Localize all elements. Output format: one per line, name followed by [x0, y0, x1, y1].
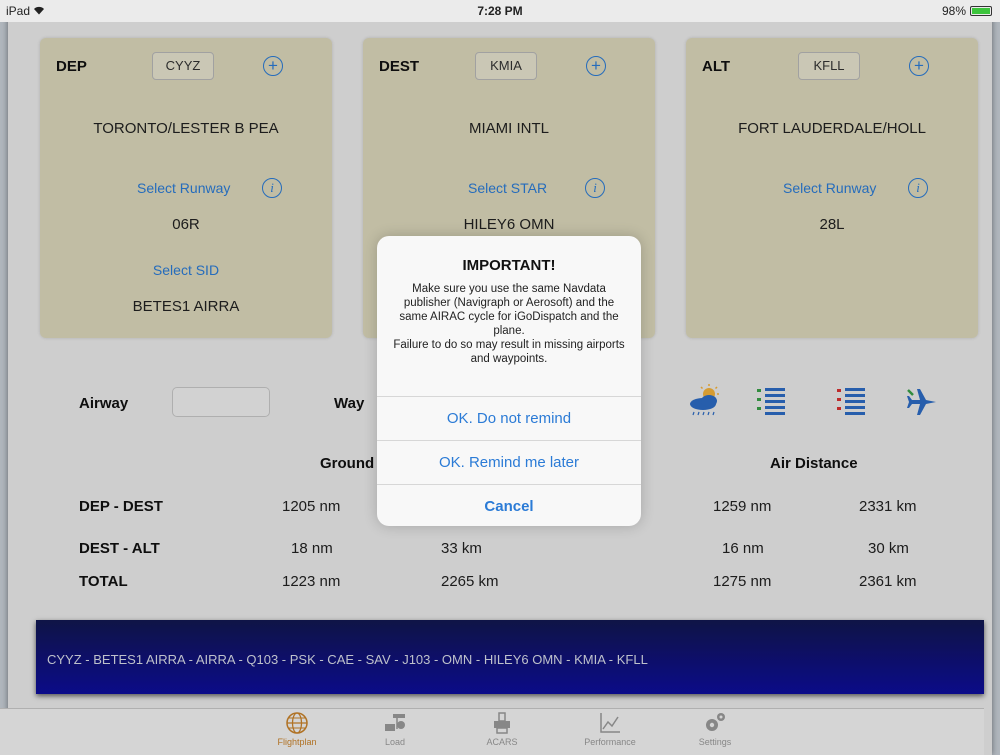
cancel-button[interactable]: Cancel: [377, 484, 641, 526]
battery-icon: [970, 6, 992, 16]
important-alert-dialog: IMPORTANT! Make sure you use the same Na…: [377, 236, 641, 526]
ok-do-not-remind-button[interactable]: OK. Do not remind: [377, 396, 641, 440]
dialog-title: IMPORTANT!: [462, 257, 556, 274]
clock: 7:28 PM: [477, 4, 523, 18]
battery-percent: 98%: [941, 4, 966, 18]
ok-remind-later-button[interactable]: OK. Remind me later: [377, 440, 641, 484]
dialog-message: Make sure you use the same Navdata publi…: [393, 283, 625, 365]
status-bar: iPad 7:28 PM 98%: [0, 0, 1000, 22]
